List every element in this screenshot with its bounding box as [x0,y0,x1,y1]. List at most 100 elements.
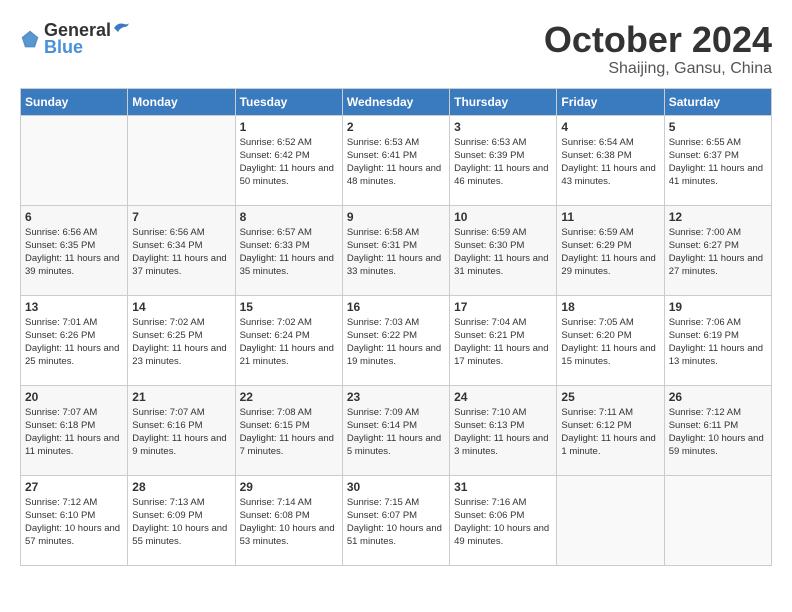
calendar-cell: 12 Sunrise: 7:00 AM Sunset: 6:27 PM Dayli… [664,205,771,295]
day-number: 15 [240,300,338,314]
day-number: 26 [669,390,767,404]
calendar-cell: 19 Sunrise: 7:06 AM Sunset: 6:19 PM Dayli… [664,295,771,385]
day-number: 1 [240,120,338,134]
title-block: October 2024 Shaijing, Gansu, China [544,20,772,78]
logo-text: General Blue [44,20,131,58]
day-number: 20 [25,390,123,404]
day-number: 8 [240,210,338,224]
calendar-cell [21,115,128,205]
day-info: Sunrise: 7:06 AM Sunset: 6:19 PM Dayligh… [669,316,767,369]
day-number: 25 [561,390,659,404]
calendar-cell [128,115,235,205]
day-info: Sunrise: 6:53 AM Sunset: 6:41 PM Dayligh… [347,136,445,189]
calendar-cell: 22 Sunrise: 7:08 AM Sunset: 6:15 PM Dayli… [235,385,342,475]
calendar-cell: 11 Sunrise: 6:59 AM Sunset: 6:29 PM Dayli… [557,205,664,295]
day-info: Sunrise: 6:58 AM Sunset: 6:31 PM Dayligh… [347,226,445,279]
day-info: Sunrise: 7:11 AM Sunset: 6:12 PM Dayligh… [561,406,659,459]
day-number: 27 [25,480,123,494]
calendar-cell: 9 Sunrise: 6:58 AM Sunset: 6:31 PM Daylig… [342,205,449,295]
calendar-header-tuesday: Tuesday [235,88,342,115]
calendar-cell: 18Sunrise: 7:05 AM Sunset: 6:20 PM Dayli… [557,295,664,385]
day-info: Sunrise: 6:57 AM Sunset: 6:33 PM Dayligh… [240,226,338,279]
calendar-cell: 8 Sunrise: 6:57 AM Sunset: 6:33 PM Daylig… [235,205,342,295]
calendar-header-saturday: Saturday [664,88,771,115]
day-number: 5 [669,120,767,134]
day-number: 11 [561,210,659,224]
calendar-cell: 5 Sunrise: 6:55 AM Sunset: 6:37 PM Daylig… [664,115,771,205]
calendar-cell: 23Sunrise: 7:09 AM Sunset: 6:14 PM Dayli… [342,385,449,475]
day-info: Sunrise: 6:54 AM Sunset: 6:38 PM Dayligh… [561,136,659,189]
day-number: 31 [454,480,552,494]
calendar-cell: 24Sunrise: 7:10 AM Sunset: 6:13 PM Dayli… [450,385,557,475]
day-info: Sunrise: 7:15 AM Sunset: 6:07 PM Dayligh… [347,496,445,549]
day-number: 30 [347,480,445,494]
calendar-cell: 14 Sunrise: 7:02 AM Sunset: 6:25 PM Dayli… [128,295,235,385]
calendar-cell [557,475,664,565]
day-info: Sunrise: 6:55 AM Sunset: 6:37 PM Dayligh… [669,136,767,189]
page-header: General Blue October 2024 Shaijing, Gans… [20,20,772,78]
day-info: Sunrise: 6:53 AM Sunset: 6:39 PM Dayligh… [454,136,552,189]
day-info: Sunrise: 7:12 AM Sunset: 6:11 PM Dayligh… [669,406,767,459]
day-info: Sunrise: 7:07 AM Sunset: 6:16 PM Dayligh… [132,406,230,459]
day-info: Sunrise: 7:12 AM Sunset: 6:10 PM Dayligh… [25,496,123,549]
day-info: Sunrise: 7:07 AM Sunset: 6:18 PM Dayligh… [25,406,123,459]
calendar-cell: 16 Sunrise: 7:03 AM Sunset: 6:22 PM Dayli… [342,295,449,385]
location-title: Shaijing, Gansu, China [544,60,772,78]
day-info: Sunrise: 6:52 AM Sunset: 6:42 PM Dayligh… [240,136,338,189]
logo-icon [20,29,40,49]
calendar-week-2: 6Sunrise: 6:56 AM Sunset: 6:35 PM Daylig… [21,205,772,295]
day-info: Sunrise: 7:04 AM Sunset: 6:21 PM Dayligh… [454,316,552,369]
day-number: 2 [347,120,445,134]
day-number: 19 [669,300,767,314]
day-info: Sunrise: 6:56 AM Sunset: 6:34 PM Dayligh… [132,226,230,279]
day-number: 13 [25,300,123,314]
calendar-cell: 15 Sunrise: 7:02 AM Sunset: 6:24 PM Dayli… [235,295,342,385]
calendar-cell: 2 Sunrise: 6:53 AM Sunset: 6:41 PM Daylig… [342,115,449,205]
calendar-cell [664,475,771,565]
day-number: 24 [454,390,552,404]
calendar-header-monday: Monday [128,88,235,115]
day-info: Sunrise: 7:03 AM Sunset: 6:22 PM Dayligh… [347,316,445,369]
day-info: Sunrise: 6:59 AM Sunset: 6:29 PM Dayligh… [561,226,659,279]
logo: General Blue [20,20,131,58]
day-info: Sunrise: 7:05 AM Sunset: 6:20 PM Dayligh… [561,316,659,369]
day-number: 29 [240,480,338,494]
calendar-cell: 1 Sunrise: 6:52 AM Sunset: 6:42 PM Daylig… [235,115,342,205]
calendar-week-5: 27 Sunrise: 7:12 AM Sunset: 6:10 PM Dayli… [21,475,772,565]
day-number: 12 [669,210,767,224]
day-number: 10 [454,210,552,224]
day-number: 7 [132,210,230,224]
day-number: 22 [240,390,338,404]
day-number: 23 [347,390,445,404]
day-number: 3 [454,120,552,134]
calendar-cell: 13 Sunrise: 7:01 AM Sunset: 6:26 PM Dayli… [21,295,128,385]
day-number: 9 [347,210,445,224]
day-info: Sunrise: 7:00 AM Sunset: 6:27 PM Dayligh… [669,226,767,279]
month-title: October 2024 [544,20,772,60]
calendar-cell: 31 Sunrise: 7:16 AM Sunset: 6:06 PM Dayli… [450,475,557,565]
calendar-week-4: 20 Sunrise: 7:07 AM Sunset: 6:18 PM Dayli… [21,385,772,475]
calendar-cell: 6Sunrise: 6:56 AM Sunset: 6:35 PM Daylig… [21,205,128,295]
day-number: 14 [132,300,230,314]
day-number: 21 [132,390,230,404]
day-info: Sunrise: 7:08 AM Sunset: 6:15 PM Dayligh… [240,406,338,459]
calendar-cell: 4 Sunrise: 6:54 AM Sunset: 6:38 PM Daylig… [557,115,664,205]
day-number: 17 [454,300,552,314]
calendar-header-friday: Friday [557,88,664,115]
calendar-cell: 26 Sunrise: 7:12 AM Sunset: 6:11 PM Dayli… [664,385,771,475]
calendar-header-sunday: Sunday [21,88,128,115]
calendar-header-wednesday: Wednesday [342,88,449,115]
calendar-cell: 25 Sunrise: 7:11 AM Sunset: 6:12 PM Dayli… [557,385,664,475]
calendar-table: SundayMondayTuesdayWednesdayThursdayFrid… [20,88,772,566]
day-info: Sunrise: 7:01 AM Sunset: 6:26 PM Dayligh… [25,316,123,369]
day-number: 4 [561,120,659,134]
day-info: Sunrise: 7:02 AM Sunset: 6:25 PM Dayligh… [132,316,230,369]
day-info: Sunrise: 7:02 AM Sunset: 6:24 PM Dayligh… [240,316,338,369]
calendar-cell: 7 Sunrise: 6:56 AM Sunset: 6:34 PM Daylig… [128,205,235,295]
day-number: 16 [347,300,445,314]
day-info: Sunrise: 7:16 AM Sunset: 6:06 PM Dayligh… [454,496,552,549]
calendar-week-1: 1 Sunrise: 6:52 AM Sunset: 6:42 PM Daylig… [21,115,772,205]
calendar-cell: 17 Sunrise: 7:04 AM Sunset: 6:21 PM Dayli… [450,295,557,385]
day-info: Sunrise: 7:13 AM Sunset: 6:09 PM Dayligh… [132,496,230,549]
calendar-cell: 29Sunrise: 7:14 AM Sunset: 6:08 PM Dayli… [235,475,342,565]
